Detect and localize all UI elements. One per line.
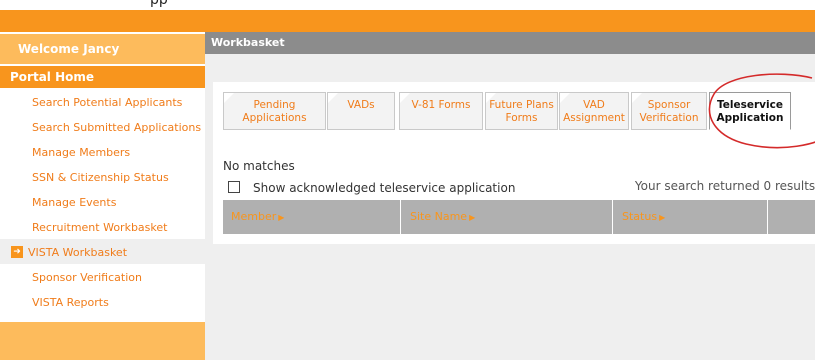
arrow-right-icon: ➜	[11, 246, 23, 258]
table-header: Member ▶ Site Name ▶ Status ▶	[223, 200, 815, 234]
tab-teleservice-application[interactable]: Teleservice Application	[709, 92, 791, 130]
column-header-member[interactable]: Member ▶	[223, 200, 401, 234]
column-label: Member	[231, 210, 277, 223]
sidebar-item-vista-reports[interactable]: VISTA Reports	[0, 289, 205, 314]
sidebar-item-search-submitted-applications[interactable]: Search Submitted Applications	[0, 114, 205, 139]
sidebar: Welcome Jancy Portal Home Search Potenti…	[0, 32, 205, 360]
sidebar-item-manage-members[interactable]: Manage Members	[0, 139, 205, 164]
portal-home-link[interactable]: Portal Home	[0, 66, 205, 88]
sidebar-item-search-potential-applicants[interactable]: Search Potential Applicants	[0, 89, 205, 114]
column-header-site-name[interactable]: Site Name ▶	[402, 200, 613, 234]
column-header-status[interactable]: Status ▶	[614, 200, 768, 234]
column-label: Site Name	[410, 210, 468, 223]
column-header-extra	[769, 200, 815, 234]
sort-triangle-icon: ▶	[469, 213, 476, 222]
sidebar-item-manage-events[interactable]: Manage Events	[0, 189, 205, 214]
no-matches-text: No matches	[223, 159, 295, 173]
sidebar-item-recruitment-workbasket[interactable]: Recruitment Workbasket	[0, 214, 205, 239]
column-label: Status	[622, 210, 658, 223]
tab-pending-applications[interactable]: Pending Applications	[223, 92, 326, 130]
tab-vads[interactable]: VADs	[327, 92, 395, 130]
sidebar-item-vista-workbasket[interactable]: ➜ VISTA Workbasket	[0, 239, 205, 264]
results-count: Your search returned 0 results.	[634, 179, 815, 193]
workbasket-panel: Pending Applications VADs V-81 Forms Fut…	[213, 82, 815, 244]
tab-future-plans-forms[interactable]: Future Plans Forms	[485, 92, 558, 130]
page-title: Workbasket	[205, 32, 815, 54]
sidebar-item-ssn-citizenship-status[interactable]: SSN & Citizenship Status	[0, 164, 205, 189]
tab-vad-assignment[interactable]: VAD Assignment	[559, 92, 629, 130]
top-strip-text: pp	[150, 0, 168, 8]
sort-triangle-icon: ▶	[278, 213, 285, 222]
show-acknowledged-checkbox[interactable]	[228, 181, 240, 193]
sidebar-item-label: VISTA Workbasket	[28, 246, 128, 259]
sort-triangle-icon: ▶	[659, 213, 666, 222]
sidebar-item-sponsor-verification[interactable]: Sponsor Verification	[0, 264, 205, 289]
top-strip: pp	[0, 0, 815, 10]
welcome-banner: Welcome Jancy	[0, 34, 205, 64]
main-content: Workbasket Pending Applications VADs V-8…	[205, 32, 815, 360]
brand-bar	[0, 10, 815, 32]
sidebar-footer	[0, 322, 205, 360]
tab-sponsor-verification[interactable]: Sponsor Verification	[631, 92, 707, 130]
show-acknowledged-label[interactable]: Show acknowledged teleservice applicatio…	[253, 181, 515, 195]
tab-v81-forms[interactable]: V-81 Forms	[399, 92, 483, 130]
sidebar-nav: Search Potential Applicants Search Submi…	[0, 89, 205, 314]
